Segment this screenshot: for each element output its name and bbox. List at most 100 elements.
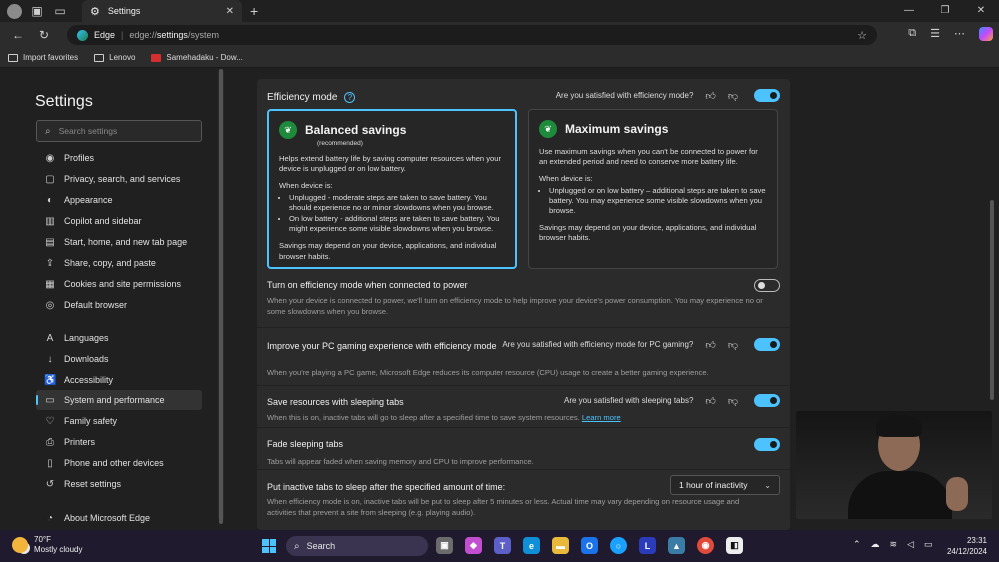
sidebar-item-family[interactable]: ♡ Family safety [36, 411, 202, 431]
gear-icon: ⚙ [90, 5, 100, 18]
card-note: Savings may depend on your device, appli… [279, 241, 497, 261]
workspaces-icon[interactable]: ▣ [29, 3, 45, 19]
sidebar-item-system[interactable]: ▭ System and performance [36, 390, 202, 410]
cloud-icon[interactable]: ☁ [871, 539, 880, 550]
thumbs-down-icon[interactable]: 👎︎ [728, 90, 738, 102]
address-site: Edge [94, 30, 116, 40]
card-when-label: When device is: [279, 181, 333, 191]
wifi-icon[interactable]: ≋ [890, 539, 898, 550]
vertical-tabs-icon[interactable]: ▭ [52, 3, 68, 19]
window-controls: — ❐ ✕ [891, 0, 999, 22]
download-icon: ↓ [47, 353, 53, 365]
fade-sleeping-tabs-toggle[interactable] [754, 438, 780, 451]
favorite-samehadaku[interactable]: Samehadaku - Dow... [151, 53, 243, 62]
list-item: Unplugged or on low battery – additional… [549, 186, 767, 217]
maximum-savings-card[interactable]: ❦ Maximum savings Use maximum savings wh… [528, 109, 778, 269]
sleeping-tabs-toggle[interactable] [754, 394, 780, 407]
sidebar-item-profiles[interactable]: ◉ Profiles [36, 148, 202, 168]
minimize-icon[interactable]: — [891, 0, 927, 22]
teams-icon[interactable]: T [494, 537, 511, 554]
close-window-icon[interactable]: ✕ [963, 0, 999, 22]
card-title: Balanced savings [305, 123, 407, 137]
close-tab-icon[interactable]: ✕ [226, 6, 234, 17]
thumbs-up-icon[interactable]: 👍︎ [705, 90, 715, 102]
learn-more-link[interactable]: Learn more [582, 413, 621, 422]
new-tab-icon[interactable]: + [250, 3, 258, 19]
toolbar-actions: ⧉ ☰ ⋯ [908, 27, 993, 41]
sidebar-item-downloads[interactable]: ↓ Downloads [36, 349, 202, 369]
windows-start-icon[interactable] [262, 539, 276, 553]
favorite-import[interactable]: Import favorites [8, 53, 78, 62]
task-view-icon[interactable]: ▣ [436, 537, 453, 554]
fade-sleeping-tabs-row: Fade sleeping tabs Tabs will appear fade… [257, 427, 790, 469]
sidebar-item-accessibility[interactable]: ♿ Accessibility [36, 370, 202, 390]
balanced-savings-card[interactable]: ❦ Balanced savings (recommended) Helps e… [267, 109, 517, 269]
file-explorer-icon[interactable]: ▬ [552, 537, 569, 554]
tab-settings[interactable]: ⚙ Settings ✕ [82, 0, 242, 22]
sidebar-item-appearance[interactable]: ◐ Appearance [36, 190, 202, 210]
favorite-lenovo[interactable]: Lenovo [94, 53, 135, 62]
thumbs-up-icon[interactable]: 👍︎ [705, 395, 715, 407]
thumbs-up-icon[interactable]: 👍︎ [705, 339, 715, 351]
main-scrollbar[interactable] [990, 200, 994, 400]
power-efficiency-toggle[interactable] [754, 279, 780, 292]
time: 23:31 [966, 536, 987, 545]
inactive-time-select[interactable]: 1 hour of inactivity ⌄ [670, 475, 780, 495]
photos-icon[interactable]: ▲ [668, 537, 685, 554]
gaming-efficiency-toggle[interactable] [754, 338, 780, 351]
chevron-up-icon[interactable]: ⌃ [853, 539, 861, 550]
taskbar-search[interactable]: ⌕ Search [286, 536, 428, 556]
address-bar[interactable]: Edge | edge://settings/system ☆ [67, 25, 877, 45]
sidebar-item-label: Privacy, search, and services [64, 174, 181, 184]
favorites-icon[interactable]: ☰ [930, 27, 940, 41]
clock[interactable]: 23:31 24/12/2024 [947, 535, 987, 557]
thumbs-down-icon[interactable]: 👎︎ [728, 395, 738, 407]
row-controls: 1 hour of inactivity ⌄ [670, 475, 780, 495]
sidebar-item-languages[interactable]: A Languages [36, 328, 202, 348]
card-bullets: Unplugged or on low battery – additional… [549, 186, 767, 217]
restore-icon[interactable]: ❐ [927, 0, 963, 22]
sidebar-item-cookies[interactable]: ▦ Cookies and site permissions [36, 274, 202, 294]
efficiency-mode-heading: Efficiency mode ? [267, 92, 356, 103]
help-icon[interactable]: ? [344, 92, 356, 103]
feedback-question: Are you satisfied with efficiency mode? [555, 91, 694, 100]
sidebar-icon: ▥ [45, 215, 55, 227]
thumbs-down-icon[interactable]: 👎︎ [728, 339, 738, 351]
section-title: Efficiency mode [267, 92, 338, 103]
copilot-app-icon[interactable]: ◆ [465, 537, 482, 554]
sidebar-item-printers[interactable]: ⎙ Printers [36, 432, 202, 452]
more-menu-icon[interactable]: ⋯ [954, 27, 965, 41]
refresh-icon[interactable]: ↻ [36, 28, 52, 42]
efficiency-mode-toggle[interactable] [754, 89, 780, 102]
sidebar-scroll-thumb[interactable] [219, 69, 223, 524]
search-input[interactable]: ⌕ Search settings [36, 120, 202, 142]
card-header: ❦ Balanced savings [279, 121, 505, 139]
copilot-icon[interactable] [979, 27, 993, 41]
capcut-icon[interactable]: ◧ [726, 537, 743, 554]
sidebar-scrollbar[interactable] [218, 69, 224, 524]
sidebar-item-privacy[interactable]: ▢ Privacy, search, and services [36, 169, 202, 189]
sidebar-item-reset[interactable]: ↺ Reset settings [36, 474, 202, 494]
sidebar-item-share[interactable]: ⇪ Share, copy, and paste [36, 253, 202, 273]
cortana-icon[interactable]: ○ [610, 537, 627, 554]
sidebar-item-phone[interactable]: ▯ Phone and other devices [36, 453, 202, 473]
edge-app-icon[interactable]: e [523, 537, 540, 554]
sidebar-item-copilot[interactable]: ▥ Copilot and sidebar [36, 211, 202, 231]
volume-icon[interactable]: ◁ [907, 539, 914, 550]
lenovo-icon[interactable]: L [639, 537, 656, 554]
sidebar-item-default-browser[interactable]: ◎ Default browser [36, 295, 202, 315]
outlook-icon[interactable]: O [581, 537, 598, 554]
chrome-icon[interactable]: ◉ [697, 537, 714, 554]
back-icon[interactable]: ← [10, 28, 26, 42]
sidebar-item-about[interactable]: ◔ About Microsoft Edge [36, 508, 202, 528]
sidebar-item-label: Share, copy, and paste [64, 258, 156, 268]
person-hand [946, 477, 968, 511]
weather-widget[interactable]: 70°F Mostly cloudy [12, 535, 82, 555]
battery-icon[interactable]: ▭ [924, 539, 933, 550]
profile-avatar[interactable] [7, 3, 22, 19]
favorite-star-icon[interactable]: ☆ [857, 29, 867, 42]
sidebar-item-start-home[interactable]: ▤ Start, home, and new tab page [36, 232, 202, 252]
extensions-icon[interactable]: ⧉ [908, 27, 916, 41]
system-tray: ⌃ ☁ ≋ ◁ ▭ [853, 539, 933, 550]
card-title: Maximum savings [565, 122, 669, 136]
